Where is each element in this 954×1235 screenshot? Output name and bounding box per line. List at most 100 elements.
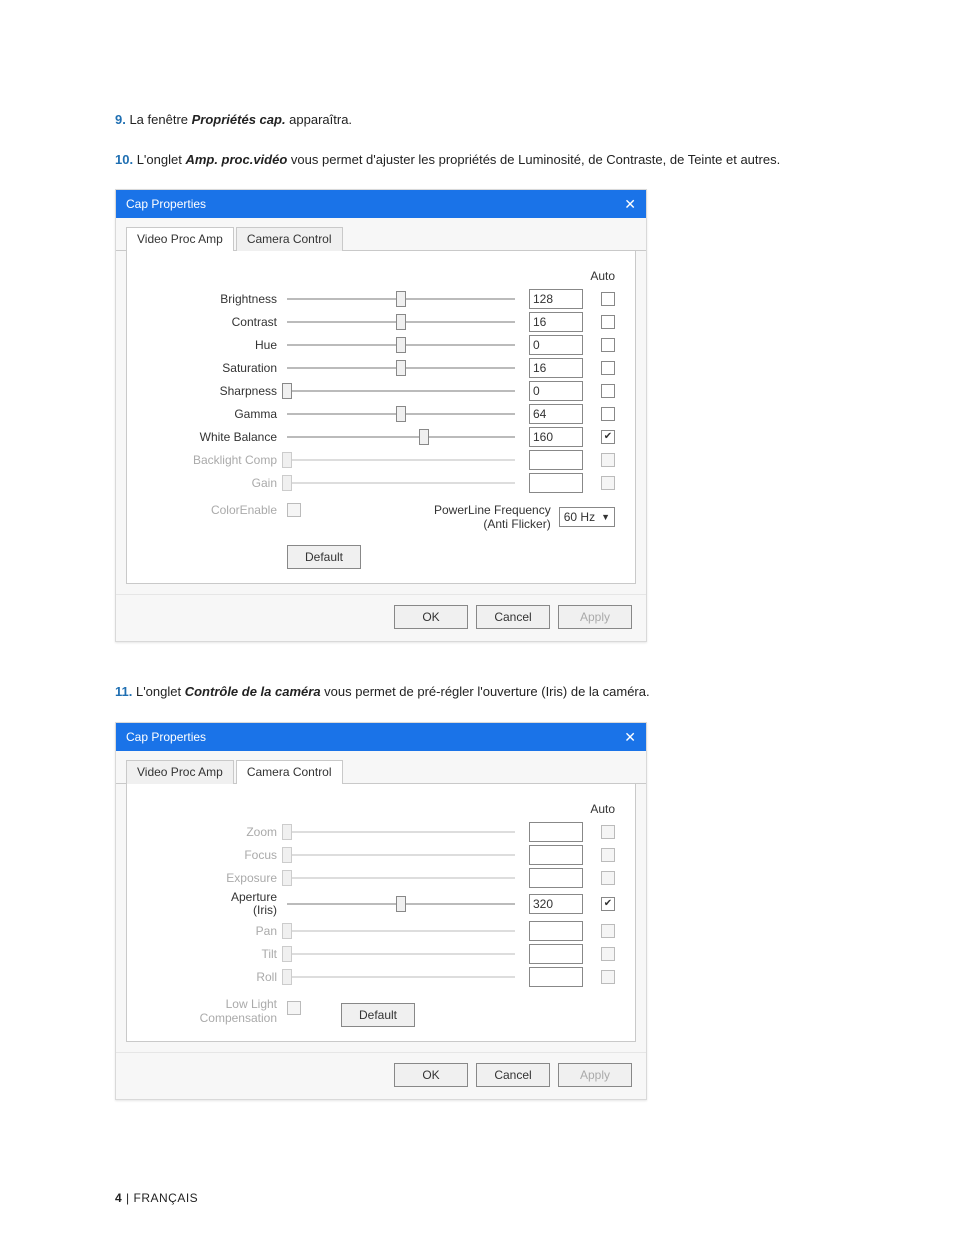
property-value[interactable]: 160 bbox=[529, 427, 583, 447]
apply-button: Apply bbox=[558, 605, 632, 629]
window-title: Cap Properties bbox=[126, 197, 206, 211]
default-button[interactable]: Default bbox=[341, 1003, 415, 1027]
property-value bbox=[529, 450, 583, 470]
colorenable-powerline-row: ColorEnable PowerLine Frequency (Anti Fl… bbox=[147, 503, 615, 531]
property-slider bbox=[287, 451, 515, 469]
property-row: Sharpness 0 bbox=[147, 381, 615, 401]
property-label: Hue bbox=[147, 338, 287, 352]
property-row: Gamma 64 bbox=[147, 404, 615, 424]
step-11: 11. L'onglet Contrôle de la caméra vous … bbox=[115, 682, 839, 702]
auto-checkbox bbox=[601, 947, 615, 961]
property-value[interactable]: 320 bbox=[529, 894, 583, 914]
property-slider[interactable] bbox=[287, 313, 515, 331]
property-label: Backlight Comp bbox=[147, 453, 287, 467]
step-number: 10. bbox=[115, 152, 133, 167]
tab-camera-control[interactable]: Camera Control bbox=[236, 227, 343, 251]
property-row: Backlight Comp bbox=[147, 450, 615, 470]
property-label: Roll bbox=[147, 970, 287, 984]
property-label: Zoom bbox=[147, 825, 287, 839]
tabs: Video Proc Amp Camera Control bbox=[116, 751, 646, 784]
property-value[interactable]: 0 bbox=[529, 381, 583, 401]
apply-button: Apply bbox=[558, 1063, 632, 1087]
ok-button[interactable]: OK bbox=[394, 605, 468, 629]
property-row: Roll bbox=[147, 967, 615, 987]
cancel-button[interactable]: Cancel bbox=[476, 605, 550, 629]
property-slider[interactable] bbox=[287, 359, 515, 377]
property-label: Gain bbox=[147, 476, 287, 490]
property-value bbox=[529, 921, 583, 941]
close-icon[interactable]: ✕ bbox=[624, 197, 636, 211]
powerline-label: PowerLine Frequency (Anti Flicker) bbox=[434, 503, 551, 531]
default-button[interactable]: Default bbox=[287, 545, 361, 569]
property-value[interactable]: 16 bbox=[529, 312, 583, 332]
auto-checkbox[interactable] bbox=[601, 384, 615, 398]
property-slider[interactable] bbox=[287, 428, 515, 446]
close-icon[interactable]: ✕ bbox=[624, 730, 636, 744]
window-title: Cap Properties bbox=[126, 730, 206, 744]
property-value bbox=[529, 944, 583, 964]
cap-properties-dialog-2: Cap Properties ✕ Video Proc Amp Camera C… bbox=[115, 722, 647, 1101]
step-number: 9. bbox=[115, 112, 126, 127]
auto-checkbox bbox=[601, 871, 615, 885]
auto-checkbox bbox=[601, 476, 615, 490]
property-label: Pan bbox=[147, 924, 287, 938]
property-slider[interactable] bbox=[287, 382, 515, 400]
tab-video-proc-amp[interactable]: Video Proc Amp bbox=[126, 760, 234, 784]
property-row: Brightness 128 bbox=[147, 289, 615, 309]
property-label: Sharpness bbox=[147, 384, 287, 398]
auto-checkbox bbox=[601, 970, 615, 984]
auto-checkbox[interactable] bbox=[601, 338, 615, 352]
property-label: Exposure bbox=[147, 871, 287, 885]
auto-checkbox[interactable] bbox=[601, 361, 615, 375]
auto-checkbox[interactable] bbox=[601, 292, 615, 306]
property-row: Hue 0 bbox=[147, 335, 615, 355]
property-value[interactable]: 128 bbox=[529, 289, 583, 309]
property-label: Brightness bbox=[147, 292, 287, 306]
auto-header: Auto bbox=[147, 269, 615, 283]
property-value bbox=[529, 868, 583, 888]
titlebar: Cap Properties ✕ bbox=[116, 723, 646, 751]
property-value[interactable]: 0 bbox=[529, 335, 583, 355]
property-slider bbox=[287, 945, 515, 963]
property-label: Focus bbox=[147, 848, 287, 862]
tabs: Video Proc Amp Camera Control bbox=[116, 218, 646, 251]
colorenable-checkbox bbox=[287, 503, 301, 517]
cancel-button[interactable]: Cancel bbox=[476, 1063, 550, 1087]
powerline-select[interactable]: 60 Hz ▼ bbox=[559, 507, 615, 527]
lowlight-checkbox bbox=[287, 1001, 301, 1015]
property-slider[interactable] bbox=[287, 405, 515, 423]
auto-checkbox[interactable]: ✔ bbox=[601, 897, 615, 911]
auto-checkbox bbox=[601, 453, 615, 467]
property-slider bbox=[287, 869, 515, 887]
property-value[interactable]: 16 bbox=[529, 358, 583, 378]
chevron-down-icon: ▼ bbox=[601, 512, 610, 522]
tab-video-proc-amp[interactable]: Video Proc Amp bbox=[126, 227, 234, 251]
property-value bbox=[529, 845, 583, 865]
property-value bbox=[529, 473, 583, 493]
property-slider[interactable] bbox=[287, 336, 515, 354]
property-label: Tilt bbox=[147, 947, 287, 961]
property-label: Gamma bbox=[147, 407, 287, 421]
auto-checkbox[interactable] bbox=[601, 315, 615, 329]
property-slider bbox=[287, 846, 515, 864]
property-row: Aperture(Iris)320✔ bbox=[147, 891, 615, 919]
property-row: Saturation16 bbox=[147, 358, 615, 378]
auto-checkbox[interactable] bbox=[601, 407, 615, 421]
property-slider bbox=[287, 968, 515, 986]
property-slider[interactable] bbox=[287, 290, 515, 308]
tab-panel: Auto Brightness128Contrast16Hue0Saturati… bbox=[126, 250, 636, 584]
property-slider[interactable] bbox=[287, 895, 515, 913]
auto-checkbox[interactable]: ✔ bbox=[601, 430, 615, 444]
auto-header: Auto bbox=[147, 802, 615, 816]
auto-checkbox bbox=[601, 848, 615, 862]
step-number: 11. bbox=[115, 684, 132, 699]
property-row: Zoom bbox=[147, 822, 615, 842]
property-value[interactable]: 64 bbox=[529, 404, 583, 424]
tab-camera-control[interactable]: Camera Control bbox=[236, 760, 343, 784]
tab-panel: Auto ZoomFocusExposureAperture(Iris)320✔… bbox=[126, 783, 636, 1043]
ok-button[interactable]: OK bbox=[394, 1063, 468, 1087]
property-slider bbox=[287, 823, 515, 841]
property-slider bbox=[287, 474, 515, 492]
property-row: Gain bbox=[147, 473, 615, 493]
lowlight-label: Low Light Compensation bbox=[147, 997, 287, 1026]
